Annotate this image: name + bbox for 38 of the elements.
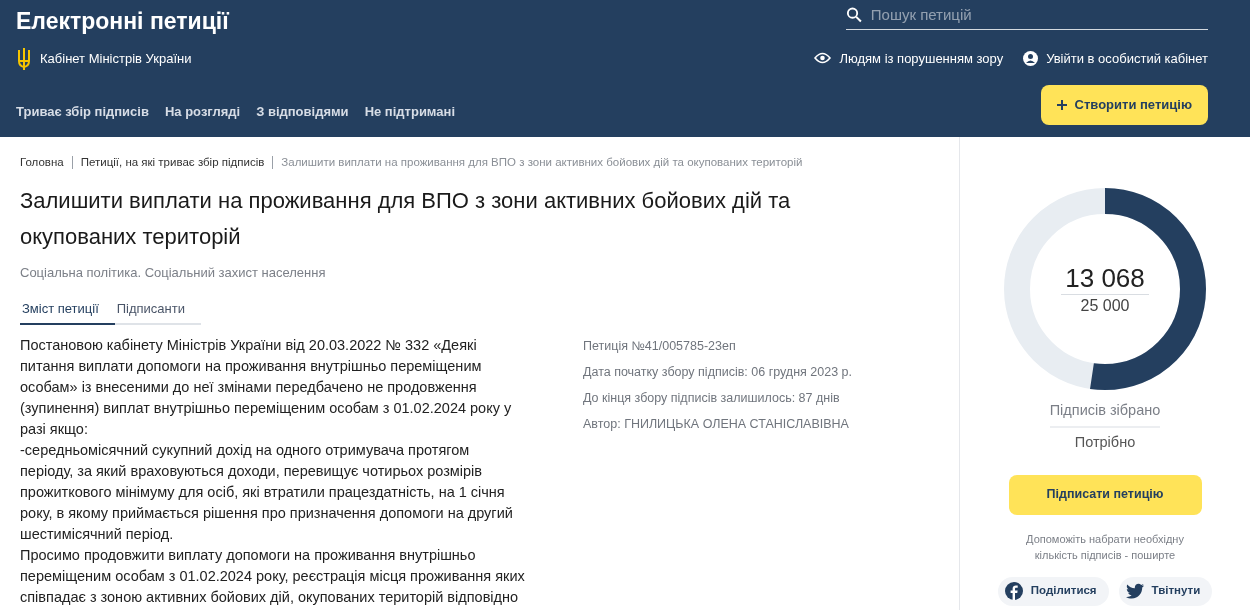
login-link[interactable]: Увійти в особистий кабінет [1023, 48, 1208, 68]
petition-detail: Дата початку збору підписів: 06 грудня 2023 р. [583, 364, 852, 381]
collected-count: 13 068 [1061, 261, 1149, 295]
eye-icon [814, 52, 832, 65]
share-hint: Допоможіть набрати необхідну кількість підписів - поширте [1025, 531, 1185, 563]
breadcrumb-link[interactable]: Головна [20, 154, 64, 172]
petition-paragraph: Постановою кабінету Міністрів України від 20.03.2022 № 332 «Деякі питання виплати допомоги на проживання внутрішньо переміщеним особам» із внесеними до неї змінами передбачено не продовження (зупинення) виплат внутрішньо переміщеним особам з 01.02.2024 року у разі якщо: [20, 336, 513, 440]
create-petition-button[interactable]: Створити петицію [1040, 85, 1208, 125]
site-title[interactable]: Електронні петиції [16, 4, 455, 39]
petition-category: Соціальна політика. Соціальний захист населення [20, 264, 327, 283]
nav-link[interactable]: На розгляді [164, 101, 241, 121]
plus-icon [1056, 100, 1067, 110]
share-button[interactable]: Поділитися [997, 576, 1109, 606]
petition-detail: До кінця збору підписів залишилось: 87 днів [583, 389, 841, 407]
breadcrumb-link[interactable]: Петиції, на які триває збір підписів [80, 154, 265, 172]
required-label: Потрібно [1074, 432, 1136, 452]
trident-icon [16, 46, 32, 71]
government-name: Кабінет Міністрів України [40, 49, 192, 68]
user-icon [1023, 50, 1039, 66]
petition-detail: Петиція №41/005785-23еп [583, 338, 737, 356]
petition-title: Залишити виплати на проживання для ВПО з зони активних бойових дій та окупованих територій [20, 187, 792, 252]
bird-icon [1125, 582, 1144, 600]
petition-paragraph: Просимо продовжити виплату допомоги на проживання внутрішньо переміщеним особам з 01.02.2024 року, реєстрація місця проживання яких співпадає з зоною активних бойових дій, окупованих територій відповідно [20, 546, 525, 608]
accessibility-link[interactable]: Людям із порушенням зору [814, 48, 1004, 68]
required-count: 25 000 [1080, 295, 1130, 316]
nav-link[interactable]: Триває збір підписів [16, 101, 149, 121]
search-icon [846, 6, 863, 25]
search-field[interactable]: Пошук петицій [870, 4, 1208, 27]
sign-petition-button[interactable]: Підписати петицію [1008, 474, 1202, 515]
collected-label: Підписів зібрано [1049, 400, 1161, 428]
tab[interactable]: Підписанти [114, 298, 201, 326]
share-button[interactable]: Твітнути [1118, 576, 1213, 606]
tab[interactable]: Зміст петиції [20, 298, 115, 326]
petition-detail: Автор: ГНИЛИЦЬКА ОЛЕНА СТАНІСЛАВІВНА [583, 415, 850, 433]
facebook-icon [1004, 582, 1023, 600]
nav-link[interactable]: Не підтримані [364, 101, 455, 121]
nav-link[interactable]: З відповідями [256, 101, 349, 121]
petition-paragraph: -середньомісячний сукупний дохід на одного отримувача протягом періоду, за який враховуються доходи, перевищує чотирьох розмірів прожиткового мінімуму для осіб, які втратили працездатність, на 1 січня року, в якому приймається рішення про призначення допомоги на другий шестимісячний період. [20, 441, 514, 545]
